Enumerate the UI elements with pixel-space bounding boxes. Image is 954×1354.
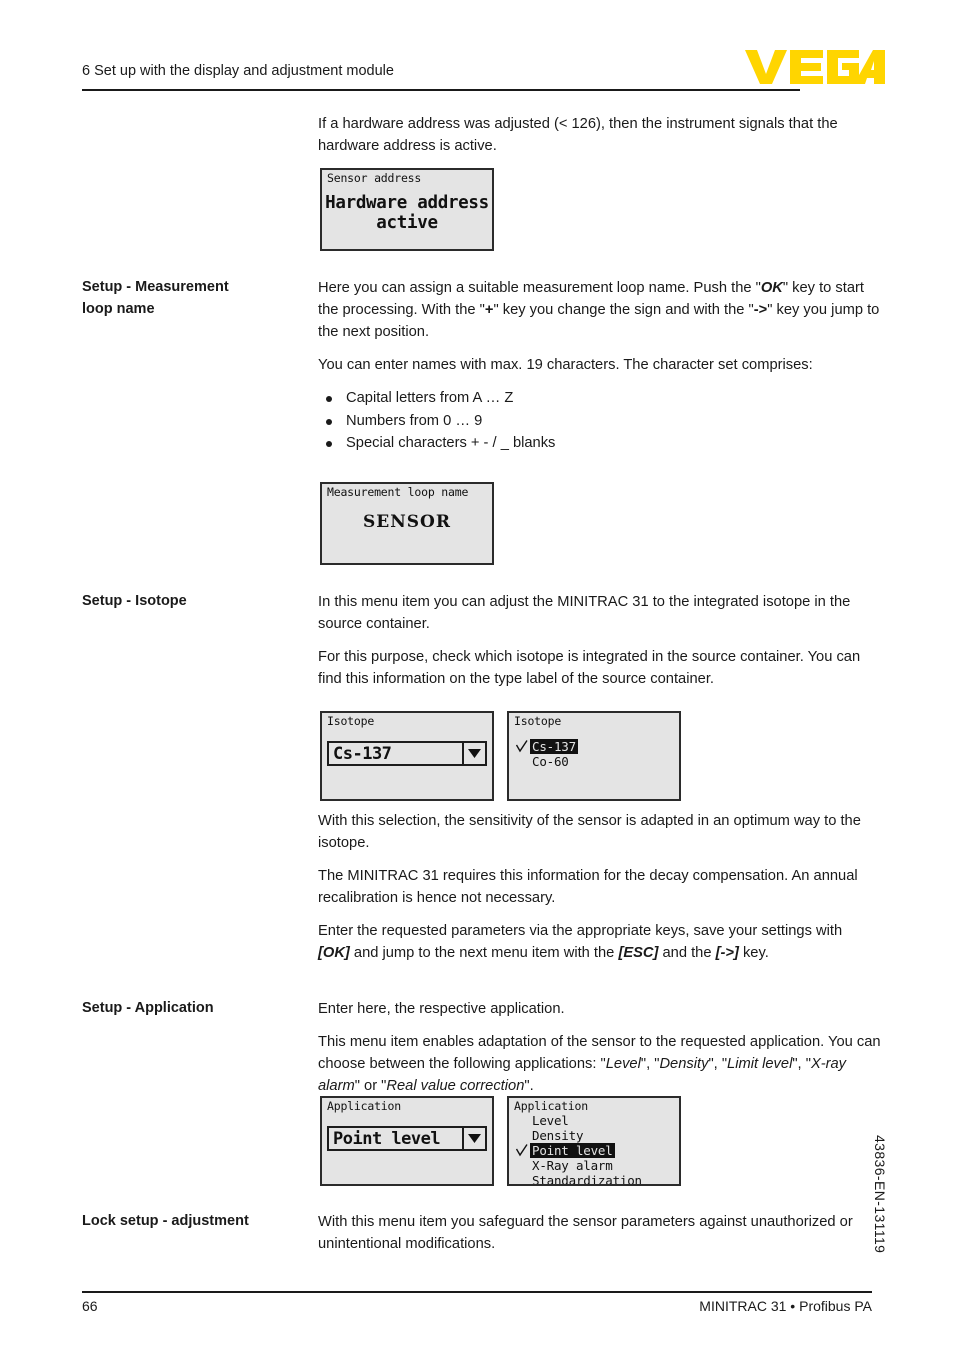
menu-item-label: Co-60 (532, 754, 569, 769)
lcd-screen-application-list: Application Level Density Point level X-… (507, 1096, 681, 1186)
key-next: [->] (715, 945, 739, 961)
key-ok: [OK] (318, 945, 350, 961)
loop-name-para-2: You can enter names with max. 19 charact… (318, 357, 813, 373)
display-sensor-address: Sensor address Hardware address active (320, 168, 494, 251)
section-body: Enter here, the respective application. … (318, 998, 882, 1097)
chapter-title: 6 Set up with the display and adjustment… (82, 63, 394, 79)
checkmark-icon (516, 1144, 528, 1157)
application-level: Level (605, 1056, 641, 1072)
menu-item-density[interactable]: Density (515, 1128, 675, 1143)
product-name: MINITRAC 31 • Profibus PA (699, 1298, 872, 1314)
header-divider (82, 89, 800, 91)
lcd-title: Application (327, 1099, 401, 1113)
isotope-dropdown[interactable]: Cs-137 (327, 741, 487, 766)
document-page: 6 Set up with the display and adjustment… (0, 0, 954, 1354)
lcd-screen: Measurement loop name SENSOR (320, 482, 494, 565)
page-footer: 66 MINITRAC 31 • Profibus PA (82, 1298, 872, 1314)
section-body: In this menu item you can adjust the MIN… (318, 591, 882, 690)
list-item: Special characters + - / _ blanks (318, 432, 882, 455)
menu-item-isotope-co60[interactable]: Co-60 (515, 754, 675, 769)
vega-logo (745, 48, 885, 86)
section-label: Setup - Isotope (82, 593, 187, 609)
section-application: Setup - Application Enter here, the resp… (82, 998, 882, 1097)
section-label: Lock setup - adjustment (82, 1213, 249, 1229)
section-body: Here you can assign a suitable measureme… (318, 277, 882, 455)
menu-item-standardization[interactable]: Standardization (515, 1173, 675, 1186)
isotope-dropdown-value: Cs-137 (333, 743, 392, 764)
lcd-value: SENSOR (363, 512, 451, 532)
footer-divider (82, 1291, 872, 1293)
chevron-down-icon[interactable] (462, 1128, 485, 1149)
application-dropdown-value: Point level (333, 1128, 441, 1149)
isotope-para-1: In this menu item you can adjust the MIN… (318, 594, 851, 632)
page-number: 66 (82, 1298, 98, 1314)
intro-text: If a hardware address was adjusted (< 12… (318, 116, 838, 154)
lcd-screen: Sensor address Hardware address active (320, 168, 494, 251)
section-label: Setup - Application (82, 1000, 214, 1016)
document-number: 43836-EN-131119 (872, 1135, 888, 1254)
application-density: Density (659, 1056, 709, 1072)
menu-item-label: Level (532, 1113, 569, 1128)
display-group-application: Application Point level Application Leve… (320, 1096, 681, 1186)
section-body: With this menu item you safeguard the se… (318, 1211, 882, 1255)
menu-item-label: Density (532, 1128, 584, 1143)
lock-para-1: With this menu item you safeguard the se… (318, 1214, 853, 1252)
isotope-para-3: With this selection, the sensitivity of … (318, 813, 861, 851)
lcd-title: Isotope (327, 714, 375, 728)
section-measurement-loop-name: Setup - Measurement loop name Here you c… (82, 277, 882, 455)
application-real-value-correction: Real value correction (386, 1078, 525, 1094)
section-label: Setup - Measurement loop name (82, 277, 318, 320)
lcd-title: Sensor address (327, 171, 422, 185)
character-set-list: Capital letters from A … Z Numbers from … (318, 387, 882, 455)
application-limit-level: Limit level (727, 1056, 793, 1072)
list-item: Numbers from 0 … 9 (318, 410, 882, 433)
intro-paragraph: If a hardware address was adjusted (< 12… (318, 113, 878, 157)
application-para-1: Enter here, the respective application. (318, 1001, 565, 1017)
lcd-title: Measurement loop name (327, 485, 469, 499)
lcd-title: Isotope (514, 714, 562, 728)
isotope-para-5: Enter the requested parameters via the a… (318, 923, 843, 961)
section-label-line1: Setup - Measurement (82, 279, 229, 295)
section-label-line2: loop name (82, 300, 155, 317)
menu-item-label: X-Ray alarm (532, 1158, 613, 1173)
checkmark-icon (516, 740, 528, 753)
lcd-message-line1: Hardware address (325, 193, 489, 213)
isotope-menu-list: Cs-137 Co-60 (515, 739, 675, 769)
application-menu-list: Level Density Point level X-Ray alarm St… (515, 1113, 675, 1186)
display-measurement-loop-name: Measurement loop name SENSOR (320, 482, 494, 565)
lcd-title: Application (514, 1099, 588, 1113)
display-group-isotope: Isotope Cs-137 Isotope Cs-137 Co-60 (320, 711, 681, 801)
key-arrow: -> (753, 302, 768, 318)
menu-item-label: Point level (530, 1143, 615, 1158)
menu-item-label: Cs-137 (530, 739, 578, 754)
list-item: Capital letters from A … Z (318, 387, 882, 410)
menu-item-label: Standardization (532, 1173, 642, 1186)
isotope-para-4: The MINITRAC 31 requires this informatio… (318, 868, 858, 906)
menu-item-level[interactable]: Level (515, 1113, 675, 1128)
menu-item-xray-alarm[interactable]: X-Ray alarm (515, 1158, 675, 1173)
lcd-screen-isotope-select: Isotope Cs-137 (320, 711, 494, 801)
menu-item-isotope-cs137[interactable]: Cs-137 (515, 739, 675, 754)
isotope-para-2: For this purpose, check which isotope is… (318, 649, 861, 687)
isotope-additional-text: With this selection, the sensitivity of … (318, 810, 878, 964)
lcd-screen-application-select: Application Point level (320, 1096, 494, 1186)
key-ok: OK (760, 280, 783, 296)
application-dropdown[interactable]: Point level (327, 1126, 487, 1151)
application-para-2: This menu item enables adaptation of the… (318, 1034, 881, 1094)
page-header: 6 Set up with the display and adjustment… (82, 62, 800, 81)
key-esc: [ESC] (618, 945, 659, 961)
lcd-message-line2: active (376, 213, 438, 233)
chevron-down-icon[interactable] (462, 743, 485, 764)
loop-name-para-1: Here you can assign a suitable measureme… (318, 280, 880, 340)
menu-item-point-level[interactable]: Point level (515, 1143, 675, 1158)
lcd-screen-isotope-list: Isotope Cs-137 Co-60 (507, 711, 681, 801)
section-isotope: Setup - Isotope In this menu item you ca… (82, 591, 882, 690)
section-lock-setup: Lock setup - adjustment With this menu i… (82, 1211, 882, 1255)
